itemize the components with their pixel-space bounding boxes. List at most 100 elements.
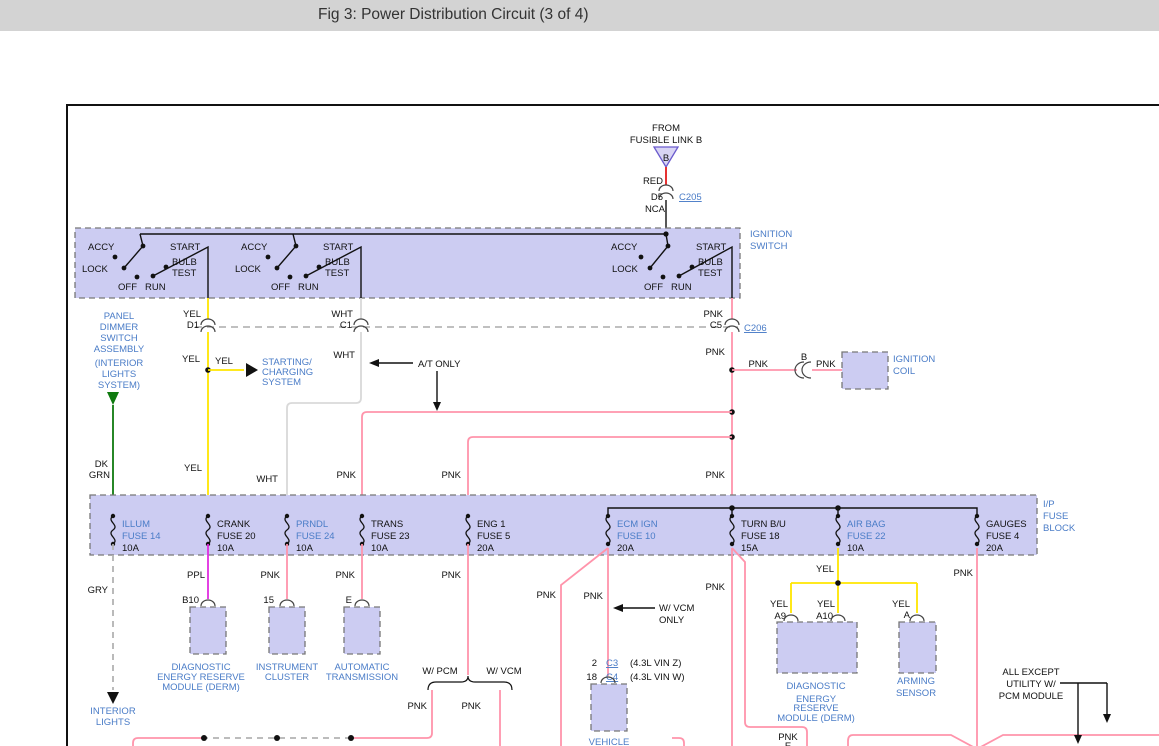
fuse-block-label: I/P xyxy=(1043,499,1055,510)
terminal-c1: C1 xyxy=(340,320,352,331)
connector-arc-icon xyxy=(280,600,294,606)
brace-icon xyxy=(428,676,512,690)
w-pcm-note: W/ PCM xyxy=(422,666,457,677)
wire-label-wht: WHT xyxy=(256,474,278,485)
terminal-2: 2 xyxy=(592,658,597,669)
wire-label-pnk: PNK xyxy=(536,590,556,601)
auto-trans-branch: PNK E AUTOMATIC TRANSMISSION xyxy=(326,544,398,683)
pos-accy: ACCY xyxy=(88,242,115,253)
connector-link-c3[interactable]: C3 xyxy=(606,658,618,669)
pos-run: RUN xyxy=(298,282,319,293)
instrument-cluster-label: CLUSTER xyxy=(265,672,309,683)
fuse-id: FUSE 5 xyxy=(477,531,510,542)
junction-dot xyxy=(274,735,280,741)
ignition-coil-label: IGNITION xyxy=(893,354,935,365)
wire-label-pnk: PNK xyxy=(705,582,725,593)
connector-link-c205[interactable]: C205 xyxy=(679,192,702,203)
dot xyxy=(304,274,309,279)
terminal-c5: C5 xyxy=(710,320,722,331)
wire-label-pnk: PNK xyxy=(953,568,973,579)
junction-dot xyxy=(729,505,735,511)
arming-sensor-box xyxy=(899,622,936,673)
connector-link-c206[interactable]: C206 xyxy=(744,323,767,334)
down-arrow-icon xyxy=(1074,735,1082,744)
auto-trans-label: TRANSMISSION xyxy=(326,672,398,683)
fuse-amps: 20A xyxy=(477,543,495,554)
connector-arc-icon xyxy=(784,615,798,621)
derm-box xyxy=(190,607,226,654)
arming-sensor-label: SENSOR xyxy=(896,688,936,699)
fuse-name: CRANK xyxy=(217,519,251,530)
derm-label: MODULE (DERM) xyxy=(162,682,240,693)
junction-dot xyxy=(348,735,354,741)
wire-label-yel: YEL xyxy=(215,356,233,367)
dot xyxy=(141,244,146,249)
connector-arc-icon xyxy=(802,362,811,378)
fuse-amps: 10A xyxy=(217,543,235,554)
wire-label-yel: YEL xyxy=(770,599,788,610)
wire-pnk-stub xyxy=(672,738,684,746)
ignition-coil-box xyxy=(842,352,888,389)
wire-pnk-wpcm xyxy=(351,690,432,738)
wire-label-pnk: PNK xyxy=(461,701,481,712)
fusible-link-label: FUSIBLE LINK B xyxy=(630,135,702,146)
dot xyxy=(288,275,293,280)
ignition-coil-label: COIL xyxy=(893,366,915,377)
wire-label-pnk: PNK xyxy=(705,470,725,481)
w-vcm-only-note: W/ VCM xyxy=(659,603,694,614)
wire-label-ppl: PPL xyxy=(187,570,205,581)
vehicle-module-label: VEHICLE xyxy=(589,737,630,746)
connector-arc-icon xyxy=(354,319,368,325)
all-except-line: PCM MODULE xyxy=(999,691,1063,702)
dot xyxy=(135,275,140,280)
wire-label-pnk: PNK xyxy=(407,701,427,712)
starting-charging-line: SYSTEM xyxy=(262,377,301,388)
dot xyxy=(666,244,671,249)
pos-off: OFF xyxy=(271,282,290,293)
fuse-id: FUSE 24 xyxy=(296,531,335,542)
w-vcm-only-note: ONLY xyxy=(659,615,685,626)
pos-accy: ACCY xyxy=(611,242,638,253)
panel-dimmer-line: (INTERIOR xyxy=(95,358,144,369)
terminal-e: E xyxy=(785,741,791,746)
junction-dot xyxy=(835,580,841,586)
derm1-branch: PPL B10 DIAGNOSTIC ENERGY RESERVE MODULE… xyxy=(157,544,245,693)
derm-label: DIAGNOSTIC xyxy=(786,681,845,692)
fuse-id: FUSE 14 xyxy=(122,531,161,542)
fuse-amps: 10A xyxy=(371,543,389,554)
pos-test: TEST xyxy=(325,268,349,279)
fuse-block-label: BLOCK xyxy=(1043,523,1076,534)
fuse-name: GAUGES xyxy=(986,519,1027,530)
terminal-e: E xyxy=(346,595,352,606)
wire-label-yel: YEL xyxy=(817,599,835,610)
gauges-output: PNK xyxy=(848,548,1159,746)
vin-w-note: (4.3L VIN W) xyxy=(630,672,685,683)
vehicle-control-module-box xyxy=(591,684,627,731)
wire-label-yel: YEL xyxy=(182,354,200,365)
panel-dimmer-note: PANEL DIMMER SWITCH ASSEMBLY (INTERIOR L… xyxy=(89,311,145,516)
wire-label-pnk: PNK xyxy=(816,359,836,370)
fuse-name: ECM IGN xyxy=(617,519,658,530)
dot xyxy=(639,255,644,260)
wire-label-pnk: PNK xyxy=(441,470,461,481)
dot xyxy=(661,275,666,280)
fuse-name: AIR BAG xyxy=(847,519,886,530)
panel-dimmer-line: ASSEMBLY xyxy=(94,344,145,355)
note-lines xyxy=(1060,683,1107,735)
pos-run: RUN xyxy=(671,282,692,293)
yellow-crank-feed: YEL YEL STARTING/ CHARGING SYSTEM YEL xyxy=(182,332,313,516)
wire-label-wht: WHT xyxy=(333,350,355,361)
pos-lock: LOCK xyxy=(82,264,109,275)
diagram-border xyxy=(67,105,1159,746)
wire-label-pnk: PNK xyxy=(705,347,725,358)
dot xyxy=(164,265,169,270)
wire-label-pnk: PNK xyxy=(260,570,280,581)
pos-start: START xyxy=(170,242,200,253)
pos-lock: LOCK xyxy=(235,264,262,275)
connector-arc-icon xyxy=(725,319,739,325)
w-vcm-note: W/ VCM xyxy=(486,666,521,677)
dot xyxy=(122,266,127,271)
connector-arc-icon xyxy=(355,600,369,606)
dot xyxy=(677,274,682,279)
pos-off: OFF xyxy=(644,282,663,293)
